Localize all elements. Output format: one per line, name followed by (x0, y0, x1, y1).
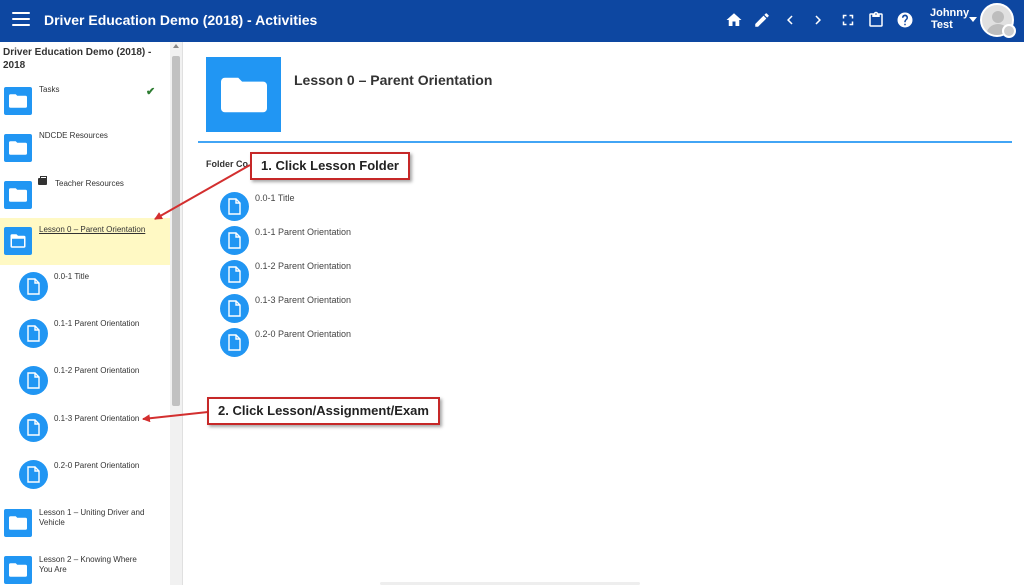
sidebar-item-tasks[interactable]: Tasks (0, 78, 170, 125)
sidebar-item-lesson-0[interactable]: Lesson 0 – Parent Orientation (0, 218, 170, 265)
page-title: Driver Education Demo (2018) - Activitie… (44, 12, 318, 28)
sidebar-item-label: 0.1-1 Parent Orientation (54, 319, 140, 328)
sidebar-item-ndcde-resources[interactable]: NDCDE Resources (0, 125, 170, 172)
callout-step-2: 2. Click Lesson/Assignment/Exam (207, 397, 440, 425)
folder-icon (4, 134, 32, 162)
lesson-folder-icon (206, 57, 281, 132)
clipboard-icon[interactable] (866, 10, 886, 30)
sidebar-item-label: 0.2-0 Parent Orientation (54, 461, 140, 470)
sidebar-item-label: Tasks (39, 85, 60, 94)
sidebar-item-label: NDCDE Resources (39, 131, 108, 140)
content-item-label: 0.1-2 Parent Orientation (255, 261, 352, 271)
document-icon (220, 260, 249, 289)
sidebar-item-label: Lesson 2 – Knowing Where You Are (39, 555, 137, 574)
chevron-left-icon[interactable] (780, 10, 800, 30)
document-icon (220, 226, 249, 255)
help-icon[interactable] (895, 10, 915, 30)
sidebar-item-label: Lesson 0 – Parent Orientation (39, 225, 146, 234)
chevron-right-icon[interactable] (808, 10, 828, 30)
content-item-0-2-0[interactable]: 0.2-0 Parent Orientation (220, 328, 620, 358)
user-name[interactable]: Johnny Test (930, 7, 970, 31)
sidebar-item-0-1-3[interactable]: 0.1-3 Parent Orientation (0, 406, 170, 453)
scrollbar-thumb[interactable] (172, 56, 180, 406)
content-item-0-1-1[interactable]: 0.1-1 Parent Orientation (220, 226, 620, 256)
sidebar-item-lesson-1[interactable]: Lesson 1 – Uniting Driver and Vehicle (0, 501, 170, 548)
document-icon (19, 413, 48, 442)
top-app-bar: Driver Education Demo (2018) - Activitie… (0, 0, 1024, 42)
title-divider (198, 141, 1012, 143)
sidebar-item-0-0-1-title[interactable]: 0.0-1 Title (0, 264, 170, 311)
document-icon (19, 366, 48, 395)
main-content: Lesson 0 – Parent Orientation Folder Co … (184, 42, 1024, 585)
folder-icon (4, 509, 32, 537)
sidebar-item-0-2-0[interactable]: 0.2-0 Parent Orientation (0, 453, 170, 500)
document-icon (220, 294, 249, 323)
sidebar-scrollbar[interactable] (170, 42, 182, 585)
fullscreen-icon[interactable] (838, 10, 858, 30)
caret-down-icon[interactable] (969, 17, 977, 22)
menu-icon[interactable] (12, 12, 30, 28)
folder-contents-heading: Folder Co (206, 159, 248, 169)
content-item-label: 0.0-1 Title (255, 193, 295, 203)
briefcase-icon (38, 176, 47, 185)
sidebar-item-lesson-2[interactable]: Lesson 2 – Knowing Where You Are (0, 548, 170, 585)
document-icon (19, 272, 48, 301)
sidebar-item-0-1-2[interactable]: 0.1-2 Parent Orientation (0, 359, 170, 406)
lesson-title: Lesson 0 – Parent Orientation (294, 72, 493, 88)
content-item-0-1-3[interactable]: 0.1-3 Parent Orientation (220, 294, 620, 324)
sidebar-item-label: 0.1-3 Parent Orientation (54, 414, 140, 423)
home-icon[interactable] (724, 10, 744, 30)
sidebar-item-label: 0.1-2 Parent Orientation (54, 366, 140, 375)
content-item-0-0-1[interactable]: 0.0-1 Title (220, 192, 620, 222)
content-item-label: 0.1-3 Parent Orientation (255, 295, 352, 305)
avatar-badge-icon (1002, 24, 1016, 38)
sidebar-item-teacher-resources[interactable]: Teacher Resources (0, 172, 170, 219)
content-item-0-1-2[interactable]: 0.1-2 Parent Orientation (220, 260, 620, 290)
edit-icon[interactable] (752, 10, 772, 30)
callout-step-1: 1. Click Lesson Folder (250, 152, 410, 180)
folder-icon (4, 87, 32, 115)
content-item-label: 0.2-0 Parent Orientation (255, 329, 352, 339)
user-last-name: Test (931, 19, 953, 31)
checkmark-icon: ✔ (146, 86, 156, 98)
document-icon (220, 328, 249, 357)
sidebar-item-label: 0.0-1 Title (54, 272, 90, 281)
course-title: Driver Education Demo (2018) - 2018 (3, 47, 152, 71)
sidebar-item-label: Lesson 1 – Uniting Driver and Vehicle (39, 508, 145, 527)
sidebar-item-0-1-1[interactable]: 0.1-1 Parent Orientation (0, 312, 170, 359)
scroll-up-arrow-icon[interactable] (173, 44, 179, 48)
sidebar: Driver Education Demo (2018) - 2018 Task… (0, 42, 183, 585)
folder-open-icon (4, 227, 32, 255)
app-root: Driver Education Demo (2018) - Activitie… (0, 0, 1024, 585)
folder-icon (4, 556, 32, 584)
user-first-name: Johnny (930, 7, 970, 19)
content-item-label: 0.1-1 Parent Orientation (255, 227, 352, 237)
document-icon (19, 319, 48, 348)
document-icon (19, 460, 48, 489)
document-icon (220, 192, 249, 221)
sidebar-item-label: Teacher Resources (55, 179, 124, 188)
folder-icon (4, 181, 32, 209)
